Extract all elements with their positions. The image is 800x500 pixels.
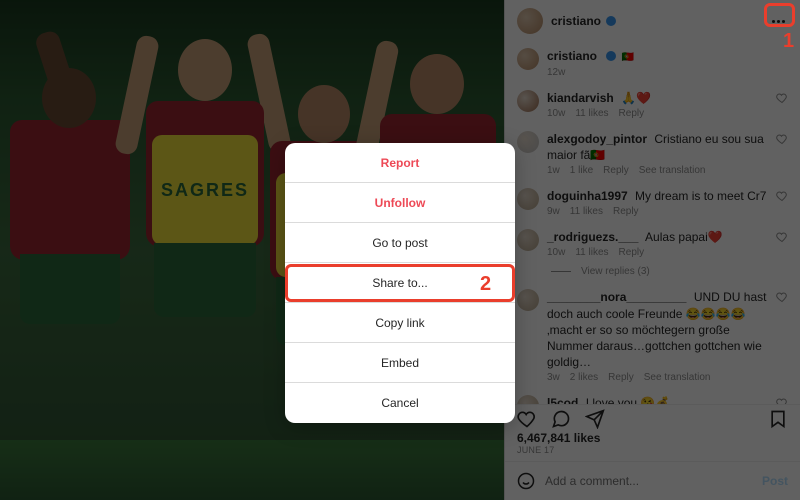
option-unfollow[interactable]: Unfollow [285, 183, 515, 223]
option-embed[interactable]: Embed [285, 343, 515, 383]
option-copy-link[interactable]: Copy link [285, 303, 515, 343]
option-go-to-post[interactable]: Go to post [285, 223, 515, 263]
app-root: SAGRES cristiano [0, 0, 800, 500]
option-report[interactable]: Report [285, 143, 515, 183]
option-share-to[interactable]: Share to... [285, 263, 515, 303]
post-options-sheet: ReportUnfollowGo to postShare to...Copy … [285, 143, 515, 423]
option-cancel[interactable]: Cancel [285, 383, 515, 423]
